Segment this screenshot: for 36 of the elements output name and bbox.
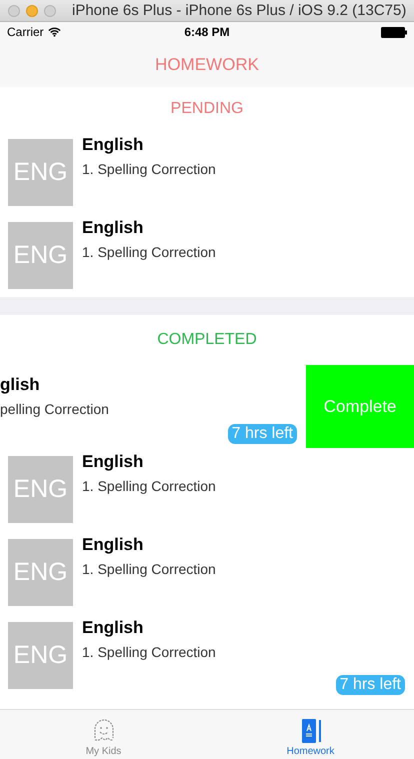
homework-title: English: [82, 135, 144, 155]
subject-thumbnail: ENG: [8, 456, 73, 523]
close-button[interactable]: [8, 4, 20, 16]
homework-description: 1. Spelling Correction: [82, 161, 216, 177]
tab[interactable]: Homework: [207, 710, 414, 759]
homework-description: pelling Correction: [0, 401, 109, 417]
homework-title: English: [82, 618, 144, 638]
time-left-badge: 7 hrs left: [336, 675, 405, 695]
homework-title: glish: [0, 375, 41, 395]
window-title: iPhone 6s Plus - iPhone 6s Plus / iOS 9.2 (13C75): [72, 2, 406, 19]
homework-description: 1. Spelling Correction: [82, 244, 216, 260]
homework-description: 1. Spelling Correction: [82, 644, 216, 660]
homework-row[interactable]: ENG English 1. Spelling Correction: [0, 531, 414, 614]
section-header: COMPLETED: [156, 330, 258, 350]
carrier-label: Carrier: [7, 25, 44, 39]
nav-title: HOMEWORK: [155, 54, 259, 74]
subject-thumbnail: ENG: [8, 222, 73, 289]
homework-row[interactable]: ENG English 1. Spelling Correction 7 hrs left: [0, 614, 414, 697]
homework-description: 1. Spelling Correction: [82, 561, 216, 577]
time-left-badge: 7 hrs left: [228, 424, 297, 444]
subject-thumbnail: ENG: [8, 622, 73, 689]
homework-row[interactable]: ENG English 1. Spelling Correction: [0, 131, 414, 214]
wifi-icon: [48, 27, 61, 37]
homework-description: 1. Spelling Correction: [82, 478, 216, 494]
homework-row[interactable]: ENG English 1. Spelling Correction: [0, 214, 414, 297]
battery-icon: [381, 26, 407, 38]
homework-title: English: [82, 452, 144, 472]
section-header: PENDING: [170, 99, 244, 119]
homework-title: English: [82, 218, 144, 238]
homework-title: English: [82, 535, 144, 555]
subject-thumbnail: ENG: [8, 539, 73, 606]
zoom-button[interactable]: [44, 4, 56, 16]
subject-thumbnail: ENG: [8, 139, 73, 206]
status-time: 6:48 PM: [184, 25, 230, 39]
minimize-button[interactable]: [26, 4, 38, 16]
homework-row[interactable]: ENG English 1. Spelling Correction: [0, 448, 414, 531]
